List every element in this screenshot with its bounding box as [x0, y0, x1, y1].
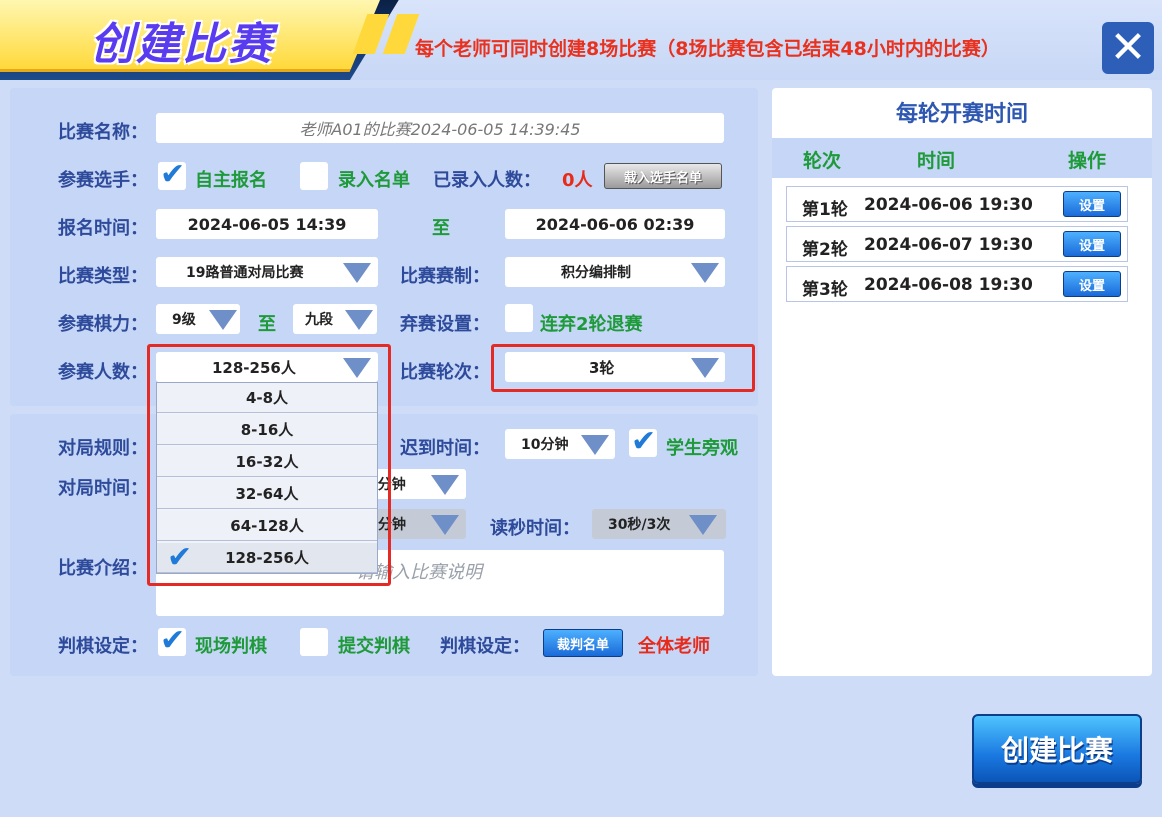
page-title: 创建比赛 [90, 19, 274, 70]
onsite-judge-label: 现场判棋 [195, 636, 267, 657]
count-label: 参赛人数： [58, 362, 148, 383]
game-time-label: 对局时间： [58, 478, 148, 499]
close-button[interactable]: ✕ [1102, 22, 1154, 74]
players-label: 参赛选手： [58, 170, 148, 191]
referee-list-button[interactable]: 裁判名单 [543, 629, 623, 657]
schedule-title: 每轮开赛时间 [895, 102, 1028, 127]
round-time: 2024-06-08 19:30 [864, 275, 1033, 295]
notice-text: 每个老师可同时创建8场比赛（8场比赛包含已结束48小时内的比赛） [415, 38, 1000, 60]
set-round-button[interactable]: 设置 [1063, 231, 1121, 257]
name-label: 比赛名称： [58, 122, 148, 143]
chevron-down-icon[interactable] [581, 435, 609, 455]
signup-start-input[interactable]: 2024-06-05 14:39 [156, 209, 378, 239]
chevron-down-icon[interactable] [431, 475, 459, 495]
round-time: 2024-06-06 19:30 [864, 195, 1033, 215]
round-name: 第2轮 [802, 240, 848, 260]
judge-label: 判棋设定： [58, 636, 148, 657]
signup-time-label: 报名时间： [58, 218, 148, 239]
col-round-header: 轮次 [803, 150, 842, 172]
judge-scope-value: 全体老师 [638, 636, 710, 657]
entry-list-label: 录入名单 [338, 170, 410, 191]
load-players-button[interactable]: 载入选手名单 [604, 163, 722, 189]
highlight-box [491, 344, 755, 392]
chevron-down-icon[interactable] [345, 310, 373, 330]
chevron-down-icon[interactable] [689, 515, 717, 535]
set-round-button[interactable]: 设置 [1063, 191, 1121, 217]
level-to-label: 至 [258, 314, 276, 335]
entered-count-label: 已录入人数： [433, 170, 541, 191]
create-match-button[interactable]: 创建比赛 [972, 714, 1142, 784]
col-time-header: 时间 [917, 150, 956, 172]
name-input[interactable]: 老师A01的比赛2024-06-05 14:39:45 [156, 113, 724, 143]
chevron-down-icon[interactable] [343, 263, 371, 283]
round-time: 2024-06-07 19:30 [864, 235, 1033, 255]
intro-label: 比赛介绍： [58, 558, 148, 579]
self-signup-label: 自主报名 [195, 170, 267, 191]
checkmark-icon: ✔ [160, 157, 186, 192]
signup-end-input[interactable]: 2024-06-06 02:39 [505, 209, 725, 239]
forfeit-label: 弃赛设置： [400, 314, 490, 335]
rules-label: 对局规则： [58, 438, 148, 459]
set-round-button[interactable]: 设置 [1063, 271, 1121, 297]
byoyomi-label: 读秒时间： [490, 518, 580, 539]
round-name: 第1轮 [802, 200, 848, 220]
forfeit-option-label: 连弃2轮退赛 [540, 314, 643, 335]
highlight-box [147, 344, 391, 586]
forfeit-checkbox[interactable] [505, 304, 533, 332]
submit-judge-checkbox[interactable] [300, 628, 328, 656]
checkmark-icon: ✔ [160, 623, 186, 658]
checkmark-icon: ✔ [631, 424, 657, 459]
rounds-label: 比赛轮次： [400, 362, 490, 383]
chevron-down-icon[interactable] [431, 515, 459, 535]
spectate-label: 学生旁观 [666, 438, 738, 459]
late-label: 迟到时间： [400, 438, 490, 459]
match-type-label: 比赛类型： [58, 266, 148, 287]
entered-count-value: 0人 [562, 170, 593, 191]
entry-list-checkbox[interactable] [300, 162, 328, 190]
col-action-header: 操作 [1068, 150, 1107, 172]
level-label: 参赛棋力： [58, 314, 148, 335]
chevron-down-icon[interactable] [691, 263, 719, 283]
round-name: 第3轮 [802, 280, 848, 300]
chevron-down-icon[interactable] [209, 310, 237, 330]
header-bar: 创建比赛 每个老师可同时创建8场比赛（8场比赛包含已结束48小时内的比赛） [0, 0, 1162, 80]
submit-judge-label: 提交判棋 [338, 636, 410, 657]
to-label: 至 [432, 218, 450, 239]
judge-setting-label: 判棋设定： [440, 636, 530, 657]
system-label: 比赛赛制： [400, 266, 490, 287]
